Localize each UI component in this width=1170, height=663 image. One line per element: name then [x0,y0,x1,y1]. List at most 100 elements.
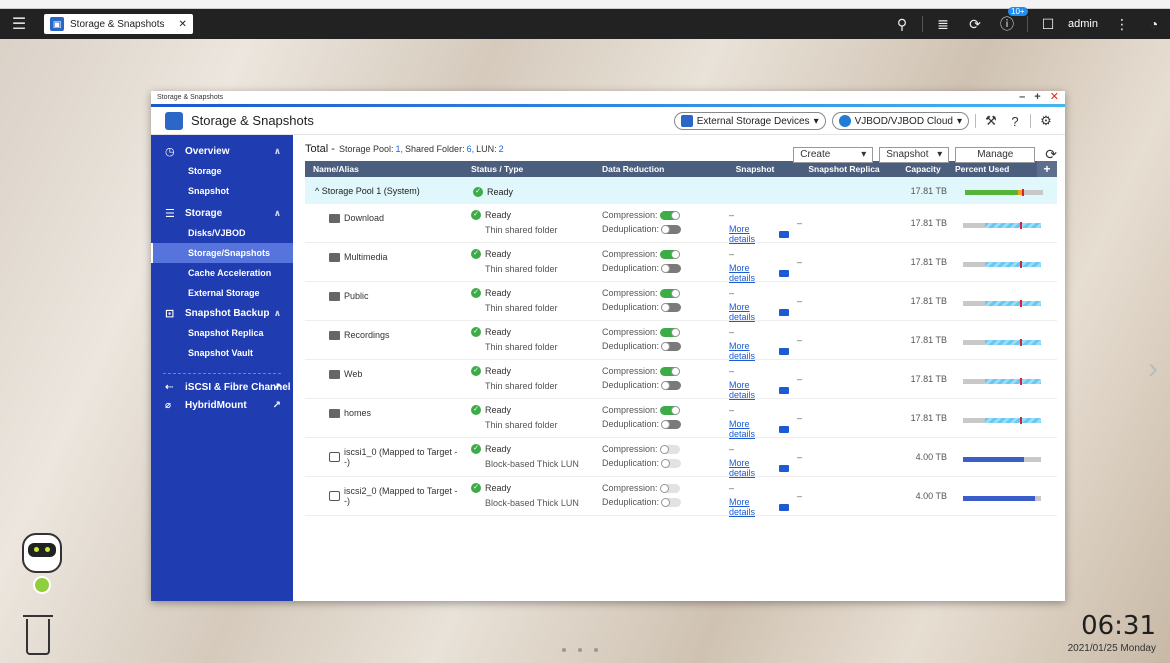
sync-icon[interactable]: ⟳ [959,16,991,33]
more-details-link[interactable]: More details [729,341,789,361]
sidebar-item-snapshot-replica[interactable]: Snapshot Replica [151,323,293,343]
compression-label: Compression: [602,288,658,298]
dedup-toggle[interactable] [661,302,682,312]
sidebar-link-hybridmount[interactable]: ⌀ HybridMount ↗ [151,396,293,414]
table-row[interactable]: Public ✓ Ready Thin shared folder Compressio… [305,282,1057,322]
create-button[interactable]: Create ▾ [793,146,874,163]
sidebar-item-disks[interactable]: Disks/VJBOD [151,223,293,243]
usage-bar [963,457,1041,462]
row-name: Web [344,369,363,379]
manage-button[interactable]: Manage [955,146,1036,163]
more-details-link[interactable]: More details [729,302,789,322]
compression-toggle[interactable] [659,405,680,415]
compression-toggle[interactable] [659,249,680,259]
more-details-label: More details [729,224,756,244]
compression-toggle[interactable] [659,327,680,337]
table-row[interactable]: Multimedia ✓ Ready Thin shared folder Compre… [305,243,1057,283]
storage-pool-row[interactable]: ^ Storage Pool 1 (System) ✓ Ready 17.81 T… [305,177,1057,204]
sidebar-item-storage-snapshots[interactable]: Storage/Snapshots [151,243,293,263]
sidebar-item-snapshot-overview[interactable]: Snapshot [151,181,293,201]
table-body: Download ✓ Ready Thin shared folder Compress… [305,204,1057,517]
usage-threshold-mark [1019,339,1022,346]
dedup-toggle[interactable] [661,263,682,273]
check-icon: ✓ [471,249,481,259]
header-data-reduction[interactable]: Data Reduction [594,164,721,174]
row-name: iscsi1_0 (Mapped to Target --) [343,447,458,467]
row-usage-cell [947,483,1041,501]
header-name[interactable]: Name/Alias [305,164,463,174]
storage-window: Storage & Snapshots – + ✕ Storage & Snap… [151,91,1065,601]
close-tab-icon[interactable]: ✕ [179,19,187,30]
dedup-label: Deduplication: [602,302,660,312]
dedup-label: Deduplication: [602,419,660,429]
desktop-pager[interactable] [562,648,598,652]
more-details-link[interactable]: More details [729,497,789,517]
snapshot-dash: – [729,483,735,493]
header-status[interactable]: Status / Type [463,164,594,174]
dedup-toggle[interactable] [661,224,682,234]
background-tasks-icon[interactable]: ≣ [927,16,959,33]
next-page-icon[interactable]: › [1148,352,1158,386]
user-menu[interactable]: admin [1068,18,1098,30]
compression-toggle[interactable] [659,366,680,376]
folder-icon [329,408,340,418]
row-usage-cell [947,210,1041,229]
table-row[interactable]: Download ✓ Ready Thin shared folder Compress… [305,204,1057,244]
dedup-toggle[interactable] [661,380,682,390]
refresh-icon[interactable]: ⟳ [1045,146,1057,163]
compression-toggle[interactable] [659,210,680,220]
maximize-icon[interactable]: + [1034,91,1040,103]
row-type: Thin shared folder [485,342,558,352]
dedup-toggle[interactable] [661,341,682,351]
more-details-link[interactable]: More details [729,419,789,439]
row-status: Ready [485,288,512,298]
header-snapshot[interactable]: Snapshot [721,164,789,174]
more-details-link[interactable]: More details [729,224,789,244]
help-icon[interactable]: ? [1006,114,1024,129]
settings-gear-icon[interactable]: ⚙ [1037,113,1055,129]
dedup-toggle[interactable] [661,419,682,429]
more-details-link[interactable]: More details [729,263,789,283]
sidebar-section-overview[interactable]: ◷ Overview ∧ [151,141,293,161]
dashboard-icon[interactable]: ◔ [1138,16,1170,32]
sidebar-section-snapshot-backup[interactable]: ⊡ Snapshot Backup ∧ [151,303,293,323]
table-row[interactable]: iscsi1_0 (Mapped to Target --) ✓ Ready Bloc… [305,438,1057,478]
close-window-icon[interactable]: ✕ [1050,91,1059,103]
table-row[interactable]: Recordings ✓ Ready Thin shared folder Compre… [305,321,1057,361]
snapshot-dash: – [729,210,735,220]
sidebar-item-storage-overview[interactable]: Storage [151,161,293,181]
table-row[interactable]: iscsi2_0 (Mapped to Target --) ✓ Ready Bloc… [305,477,1057,517]
header-snapshot-replica[interactable]: Snapshot Replica [789,164,899,174]
header-capacity[interactable]: Capacity [899,164,947,174]
compression-toggle[interactable] [659,288,680,298]
header-percent-used[interactable]: Percent Used [947,164,1037,174]
user-icon[interactable]: ☐ [1032,16,1064,33]
snapshot-button[interactable]: Snapshot ▾ [879,146,950,163]
sidebar-item-cache[interactable]: Cache Acceleration [151,263,293,283]
row-capacity: 17.81 TB [910,335,947,345]
sidebar-item-external-storage[interactable]: External Storage [151,283,293,303]
sidebar-item-snapshot-vault[interactable]: Snapshot Vault [151,343,293,363]
trash-icon[interactable] [23,615,53,655]
more-details-link[interactable]: More details [729,458,789,478]
row-reduction-cell: Compression: Deduplication: [594,327,721,351]
more-options-icon[interactable]: ⋮ [1106,16,1138,33]
table-row[interactable]: Web ✓ Ready Thin shared folder Compression: D… [305,360,1057,400]
notification-icon[interactable]: ⓘ 10+ [991,7,1028,34]
tools-icon[interactable]: ⚒ [982,113,1000,129]
search-icon[interactable]: ⚲ [886,16,918,33]
vjbod-button[interactable]: VJBOD/VJBOD Cloud ▾ [831,112,969,130]
sidebar-section-storage[interactable]: ☰ Storage ∧ [151,203,293,223]
minimize-icon[interactable]: – [1019,91,1025,103]
table-row[interactable]: homes ✓ Ready Thin shared folder Compression… [305,399,1057,439]
row-status: Ready [485,444,512,454]
row-name-cell: homes [305,408,463,418]
more-details-link[interactable]: More details [729,380,789,400]
sidebar-link-iscsi[interactable]: ⇠ iSCSI & Fibre Channel ↗ [151,378,293,396]
main-menu-icon[interactable]: ☰ [0,9,38,39]
assistant-robot[interactable] [22,533,62,594]
chevron-up-icon[interactable]: ^ [315,186,319,196]
app-tab-storage[interactable]: ▣ Storage & Snapshots ✕ [44,14,193,34]
external-storage-button[interactable]: External Storage Devices ▾ [673,112,826,130]
add-column-button[interactable]: + [1037,161,1057,177]
